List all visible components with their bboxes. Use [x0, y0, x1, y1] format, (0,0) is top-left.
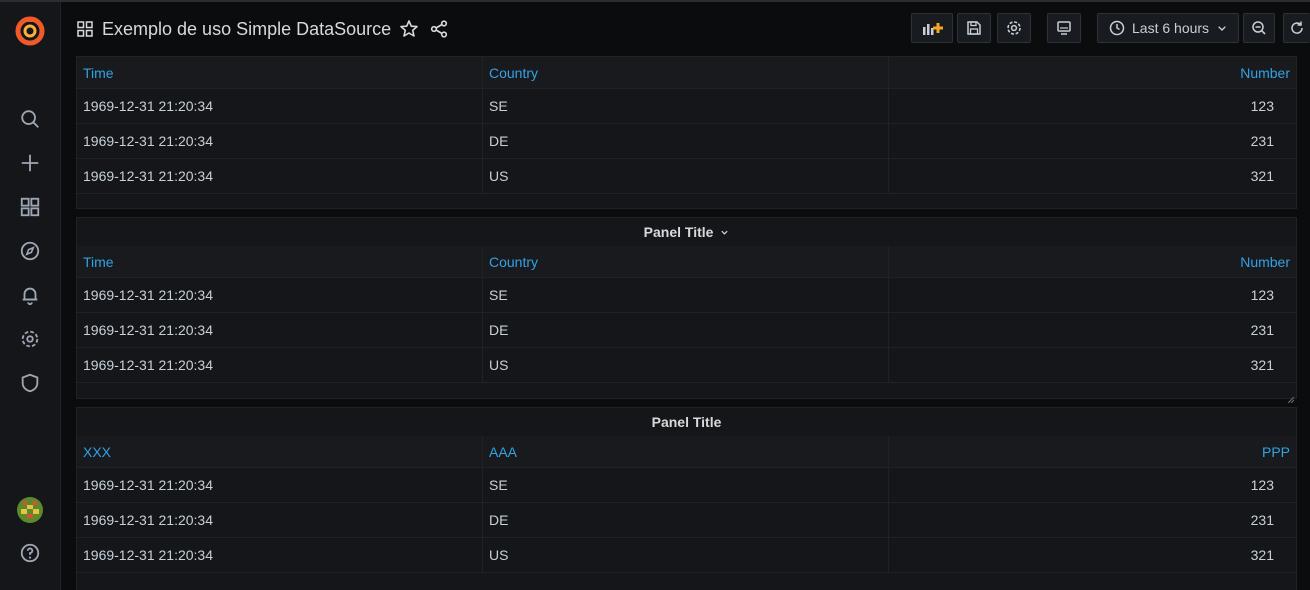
zoom-out-icon: [1252, 21, 1266, 35]
table-cell: US: [483, 538, 889, 572]
column-header[interactable]: Country: [483, 246, 889, 277]
table-row: 1969-12-31 21:20:34 US 321: [77, 159, 1296, 194]
table-panel-2: Panel Title Time Country Number 1969-12-…: [76, 217, 1297, 404]
star-icon[interactable]: [399, 19, 419, 39]
table-header: XXX AAA PPP: [77, 436, 1296, 468]
time-range-picker[interactable]: Last 6 hours: [1097, 13, 1239, 43]
sidebar: [0, 2, 61, 590]
table-cell: 1969-12-31 21:20:34: [77, 503, 483, 537]
table-cell: DE: [483, 124, 889, 158]
compass-icon[interactable]: [14, 235, 46, 267]
table-cell: 123: [1250, 477, 1274, 493]
table-row: 1969-12-31 21:20:34 SE 123: [77, 89, 1296, 124]
help-icon[interactable]: [14, 537, 46, 569]
resize-handle[interactable]: [1287, 390, 1295, 404]
dashboards-icon[interactable]: [14, 191, 46, 223]
table-cell: 321: [1250, 547, 1274, 563]
table-row: 1969-12-31 21:20:34 SE 123: [77, 468, 1296, 503]
search-icon[interactable]: [14, 103, 46, 135]
table-cell: 231: [1250, 133, 1274, 149]
table-cell: 321: [1250, 168, 1274, 184]
zoom-out-button[interactable]: [1243, 13, 1275, 43]
table-row: 1969-12-31 21:20:34 US 321: [77, 538, 1296, 573]
save-dashboard-button[interactable]: [957, 13, 991, 43]
plus-icon[interactable]: [14, 147, 46, 179]
panel-title[interactable]: Panel Title: [77, 408, 1296, 436]
shield-icon[interactable]: [14, 367, 46, 399]
table-row: 1969-12-31 21:20:34 US 321: [77, 348, 1296, 383]
column-header[interactable]: Time: [77, 57, 483, 88]
table-cell: 123: [1250, 287, 1274, 303]
table-panel-1: Time Country Number 1969-12-31 21:20:34 …: [76, 56, 1297, 209]
column-header[interactable]: AAA: [483, 436, 889, 467]
table-cell: DE: [483, 313, 889, 347]
table-row: 1969-12-31 21:20:34 DE 231: [77, 503, 1296, 538]
table-cell: SE: [483, 468, 889, 502]
table-cell: 1969-12-31 21:20:34: [77, 313, 483, 347]
refresh-icon: [1291, 21, 1303, 34]
table-row: 1969-12-31 21:20:34 SE 123: [77, 278, 1296, 313]
dashboard-settings-button[interactable]: [997, 13, 1031, 43]
table-cell: 1969-12-31 21:20:34: [77, 159, 483, 193]
table-cell: 123: [1250, 98, 1274, 114]
refresh-button[interactable]: [1283, 13, 1310, 43]
page-title[interactable]: Exemplo de uso Simple DataSource: [102, 19, 391, 40]
column-header[interactable]: PPP: [889, 436, 1296, 467]
table-cell: 1969-12-31 21:20:34: [77, 278, 483, 312]
column-header[interactable]: Number: [889, 246, 1296, 277]
dashboard-header: Exemplo de uso Simple DataSource Last 6 …: [61, 2, 1310, 56]
table-cell: 231: [1250, 512, 1274, 528]
table-cell: DE: [483, 503, 889, 537]
table-header: Time Country Number: [77, 246, 1296, 278]
table-cell: 1969-12-31 21:20:34: [77, 468, 483, 502]
panel-title[interactable]: Panel Title: [77, 218, 1296, 246]
gear-icon[interactable]: [14, 323, 46, 355]
dashboard-grid-icon: [77, 21, 93, 37]
table-cell: 1969-12-31 21:20:34: [77, 89, 483, 123]
clock-icon: [1109, 20, 1125, 36]
table-panel-3: Panel Title XXX AAA PPP 1969-12-31 21:20…: [76, 407, 1297, 590]
time-range-label: Last 6 hours: [1132, 20, 1210, 36]
bell-icon[interactable]: [14, 279, 46, 311]
table-cell: 231: [1250, 322, 1274, 338]
column-header[interactable]: Time: [77, 246, 483, 277]
column-header[interactable]: Number: [889, 57, 1296, 88]
panel-title-text: Panel Title: [643, 224, 714, 240]
table-cell: 1969-12-31 21:20:34: [77, 348, 483, 382]
table-cell: SE: [483, 89, 889, 123]
grafana-logo-icon[interactable]: [13, 14, 47, 48]
column-header[interactable]: Country: [483, 57, 889, 88]
avatar[interactable]: [17, 497, 43, 523]
table-cell: 321: [1250, 357, 1274, 373]
tv-mode-button[interactable]: [1047, 13, 1081, 43]
table-cell: US: [483, 159, 889, 193]
share-icon[interactable]: [429, 19, 449, 39]
chevron-down-icon: [721, 230, 728, 235]
table-cell: 1969-12-31 21:20:34: [77, 538, 483, 572]
table-cell: SE: [483, 278, 889, 312]
table-cell: 1969-12-31 21:20:34: [77, 124, 483, 158]
table-header: Time Country Number: [77, 57, 1296, 89]
add-panel-button[interactable]: [911, 13, 953, 43]
table-row: 1969-12-31 21:20:34 DE 231: [77, 313, 1296, 348]
chevron-down-icon: [1218, 26, 1226, 31]
column-header[interactable]: XXX: [77, 436, 483, 467]
table-cell: US: [483, 348, 889, 382]
table-row: 1969-12-31 21:20:34 DE 231: [77, 124, 1296, 159]
